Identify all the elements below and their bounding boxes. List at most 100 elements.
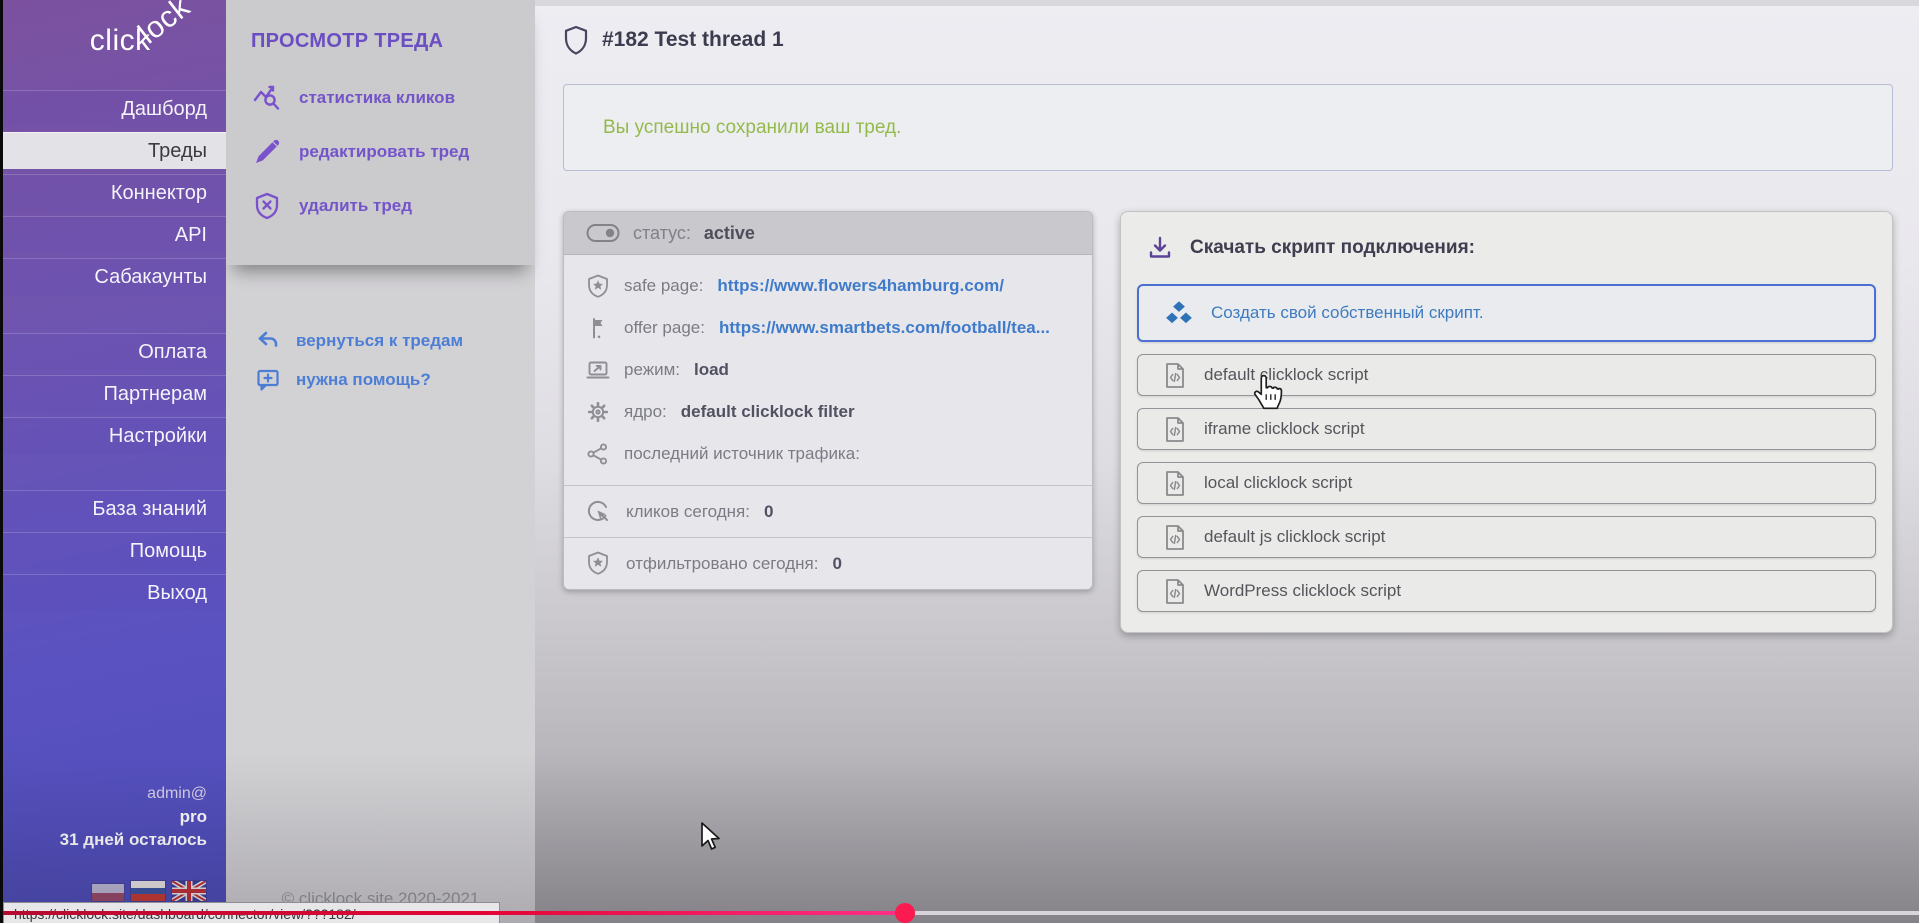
uk-flag-icon[interactable]: [172, 881, 206, 901]
sidebar-item-help[interactable]: Помощь: [0, 532, 226, 569]
success-alert-text: Вы успешно сохранили ваш тред.: [603, 117, 901, 139]
stat-label: кликов сегодня:: [626, 502, 750, 522]
share-icon: [586, 442, 610, 466]
status-card-body: safe page: https://www.flowers4hamburg.c…: [564, 255, 1092, 485]
script-button-label: local clicklock script: [1204, 473, 1352, 493]
clicks-today-row: кликов сегодня: 0: [564, 485, 1092, 537]
thread-action-edit[interactable]: редактировать тред: [226, 133, 535, 171]
undo-icon: [256, 329, 280, 353]
page-title: #182 Test thread 1: [602, 28, 784, 52]
status-value: active: [704, 223, 755, 244]
sidebar-nav-billing: Оплата Партнерам Настройки: [0, 333, 226, 454]
code-file-icon: [1163, 524, 1187, 551]
account-plan: pro: [60, 805, 207, 828]
gear-icon: [586, 400, 610, 424]
clicks-today-value: 0: [764, 502, 773, 522]
row-label: режим:: [624, 360, 680, 380]
mode-row: режим: load: [564, 349, 1092, 391]
sidebar-item-api[interactable]: API: [0, 216, 226, 253]
sidebar-item-threads[interactable]: Треды: [0, 132, 226, 169]
thread-action-label: статистика кликов: [299, 88, 455, 108]
pencil-icon: [253, 138, 281, 166]
sidebar-item-subaccounts[interactable]: Сабакаунты: [0, 258, 226, 295]
sidebar-item-settings[interactable]: Настройки: [0, 417, 226, 454]
safe-page-row: safe page: https://www.flowers4hamburg.c…: [564, 265, 1092, 307]
thread-nav-title: ПРОСМОТР ТРЕДА: [226, 30, 535, 53]
language-switcher: [92, 881, 206, 901]
link-label: нужна помощь?: [296, 370, 431, 390]
sidebar-item-partners[interactable]: Партнерам: [0, 375, 226, 412]
filtered-today-row: отфильтровано сегодня: 0: [564, 537, 1092, 589]
mode-value: load: [694, 360, 729, 380]
russian-flag-icon[interactable]: [131, 881, 165, 901]
flag-icon: [586, 316, 610, 340]
script-button-label: Создать свой собственный скрипт.: [1211, 303, 1484, 323]
download-icon: [1147, 235, 1173, 261]
sidebar: clicklock Дашборд Треды Коннектор API Са…: [0, 0, 226, 923]
account-info: admin@ pro 31 дней осталось: [60, 782, 207, 851]
thread-action-click-stats[interactable]: статистика кликов: [226, 79, 535, 117]
success-alert: Вы успешно сохранили ваш тред.: [563, 84, 1893, 171]
thread-actions: статистика кликов редактировать тред: [226, 79, 535, 225]
need-help-link[interactable]: нужна помощь?: [226, 366, 535, 393]
script-button-label: default clicklock script: [1204, 365, 1368, 385]
script-button-label: WordPress clicklock script: [1204, 581, 1401, 601]
code-file-icon: [1163, 362, 1187, 389]
sidebar-nav-help: База знаний Помощь Выход: [0, 490, 226, 611]
default-clicklock-script-button[interactable]: default clicklock script: [1137, 354, 1876, 396]
mouse-arrow-cursor: [700, 822, 724, 854]
thread-links: вернуться к тредам нужна помощь?: [226, 327, 535, 393]
sidebar-item-knowledge-base[interactable]: База знаний: [0, 490, 226, 527]
shield-star-icon: [586, 274, 610, 298]
scripts-panel-header: Скачать скрипт подключения:: [1137, 228, 1876, 268]
offer-page-link[interactable]: https://www.smartbets.com/football/tea..…: [719, 318, 1050, 338]
video-progress-bar[interactable]: [0, 911, 905, 915]
row-label: ядро:: [624, 402, 667, 422]
status-label: статус:: [633, 223, 691, 244]
sidebar-item-connector[interactable]: Коннектор: [0, 174, 226, 211]
core-row: ядро: default clicklock filter: [564, 391, 1092, 433]
code-file-icon: [1163, 578, 1187, 605]
video-progress-handle[interactable]: [895, 903, 915, 923]
offer-page-row: offer page: https://www.smartbets.com/fo…: [564, 307, 1092, 349]
sidebar-item-dashboard[interactable]: Дашборд: [0, 90, 226, 127]
thread-action-label: удалить тред: [299, 196, 412, 216]
last-traffic-source-row: последний источник трафика:: [564, 433, 1092, 475]
script-button-label: default js clicklock script: [1204, 527, 1385, 547]
code-file-icon: [1163, 470, 1187, 497]
toggle-icon: [586, 222, 620, 244]
polish-flag-icon[interactable]: [92, 884, 124, 901]
create-custom-script-button[interactable]: Создать свой собственный скрипт.: [1137, 284, 1876, 342]
wordpress-clicklock-script-button[interactable]: WordPress clicklock script: [1137, 570, 1876, 612]
stat-label: отфильтровано сегодня:: [626, 554, 818, 574]
row-label: последний источник трафика:: [624, 444, 860, 464]
back-to-threads-link[interactable]: вернуться к тредам: [226, 327, 535, 354]
filtered-today-value: 0: [832, 554, 841, 574]
local-clicklock-script-button[interactable]: local clicklock script: [1137, 462, 1876, 504]
link-label: вернуться к тредам: [296, 331, 463, 351]
shield-x-icon: [253, 192, 281, 220]
shield-star-icon: [586, 551, 612, 577]
safe-page-link[interactable]: https://www.flowers4hamburg.com/: [717, 276, 1004, 296]
click-circle-icon: [586, 499, 612, 525]
laptop-arrow-icon: [586, 358, 610, 382]
thread-action-delete[interactable]: удалить тред: [226, 187, 535, 225]
scripts-panel-title: Скачать скрипт подключения:: [1190, 237, 1475, 259]
row-label: safe page:: [624, 276, 703, 296]
account-email: admin@: [60, 782, 207, 805]
default-js-clicklock-script-button[interactable]: default js clicklock script: [1137, 516, 1876, 558]
thread-nav-column: ПРОСМОТР ТРЕДА статистика кликов: [226, 0, 535, 923]
thread-action-label: редактировать тред: [299, 142, 469, 162]
shield-icon: [563, 25, 589, 56]
iframe-clicklock-script-button[interactable]: iframe clicklock script: [1137, 408, 1876, 450]
download-scripts-panel: Скачать скрипт подключения: Создать свой…: [1120, 211, 1893, 633]
sidebar-item-payment[interactable]: Оплата: [0, 333, 226, 370]
account-days-left: 31 дней осталось: [60, 828, 207, 851]
video-progress-remaining[interactable]: [915, 911, 1919, 915]
cubes-icon: [1164, 300, 1194, 327]
code-file-icon: [1163, 416, 1187, 443]
help-message-icon: [256, 368, 280, 392]
core-value: default clicklock filter: [681, 402, 855, 422]
sidebar-item-logout[interactable]: Выход: [0, 574, 226, 611]
clicklock-logo[interactable]: clicklock: [0, 0, 226, 86]
